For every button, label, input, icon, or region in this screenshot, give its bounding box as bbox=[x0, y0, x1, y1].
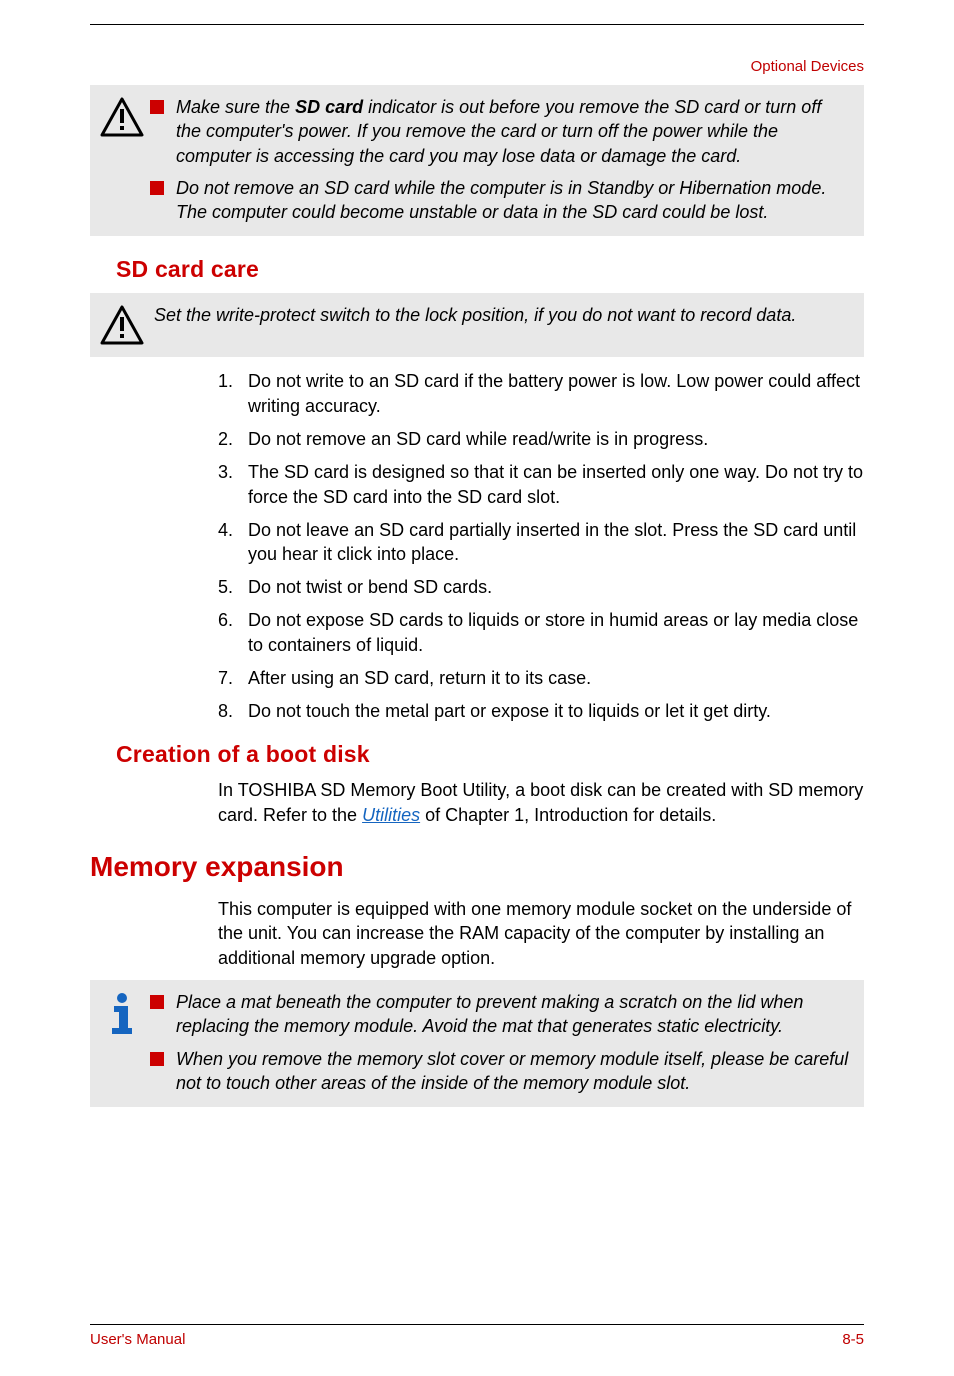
list-item: 4.Do not leave an SD card partially inse… bbox=[218, 518, 864, 568]
list-number: 7. bbox=[218, 666, 248, 691]
list-text: Do not twist or bend SD cards. bbox=[248, 575, 864, 600]
icon-column bbox=[94, 95, 150, 137]
content-area: Make sure the SD card indicator is out b… bbox=[90, 25, 864, 1107]
list-number: 8. bbox=[218, 699, 248, 724]
bullet-square-icon bbox=[150, 100, 164, 114]
warning-item: Make sure the SD card indicator is out b… bbox=[150, 95, 850, 168]
list-text: After using an SD card, return it to its… bbox=[248, 666, 864, 691]
info-item: Place a mat beneath the computer to prev… bbox=[150, 990, 850, 1039]
list-text: Do not touch the metal part or expose it… bbox=[248, 699, 864, 724]
list-number: 2. bbox=[218, 427, 248, 452]
info-box-memory: Place a mat beneath the computer to prev… bbox=[90, 980, 864, 1107]
heading-boot-disk: Creation of a boot disk bbox=[116, 741, 864, 768]
warning-item: Do not remove an SD card while the compu… bbox=[150, 176, 850, 225]
warning-body: Set the write-protect switch to the lock… bbox=[150, 303, 850, 327]
info-icon bbox=[102, 992, 142, 1038]
boot-disk-paragraph: In TOSHIBA SD Memory Boot Utility, a boo… bbox=[218, 778, 864, 827]
list-item: 1.Do not write to an SD card if the batt… bbox=[218, 369, 864, 419]
list-number: 6. bbox=[218, 608, 248, 658]
list-text: Do not remove an SD card while read/writ… bbox=[248, 427, 864, 452]
bullet-square-icon bbox=[150, 181, 164, 195]
sd-care-list: 1.Do not write to an SD card if the batt… bbox=[218, 369, 864, 723]
list-text: Do not expose SD cards to liquids or sto… bbox=[248, 608, 864, 658]
warning-box-sd-remove: Make sure the SD card indicator is out b… bbox=[90, 85, 864, 236]
list-text: Do not write to an SD card if the batter… bbox=[248, 369, 864, 419]
bullet-square-icon bbox=[150, 995, 164, 1009]
list-item: 6.Do not expose SD cards to liquids or s… bbox=[218, 608, 864, 658]
bullet-square-icon bbox=[150, 1052, 164, 1066]
warning-box-write-protect: Set the write-protect switch to the lock… bbox=[90, 293, 864, 357]
warning-text: Set the write-protect switch to the lock… bbox=[154, 303, 850, 327]
warning-text: Make sure the SD card indicator is out b… bbox=[176, 95, 850, 168]
list-item: 8.Do not touch the metal part or expose … bbox=[218, 699, 864, 724]
icon-column bbox=[94, 990, 150, 1038]
warning-body: Make sure the SD card indicator is out b… bbox=[150, 95, 850, 224]
footer-row: User's Manual 8-5 bbox=[90, 1325, 864, 1348]
heading-memory-expansion: Memory expansion bbox=[90, 851, 864, 883]
memory-expansion-paragraph: This computer is equipped with one memor… bbox=[218, 897, 864, 970]
list-item: 7.After using an SD card, return it to i… bbox=[218, 666, 864, 691]
utilities-link[interactable]: Utilities bbox=[362, 805, 420, 825]
info-text: When you remove the memory slot cover or… bbox=[176, 1047, 850, 1096]
footer-right: 8-5 bbox=[842, 1331, 864, 1348]
warning-triangle-icon bbox=[100, 305, 144, 345]
heading-sd-card-care: SD card care bbox=[116, 256, 864, 283]
list-number: 4. bbox=[218, 518, 248, 568]
list-item: 2.Do not remove an SD card while read/wr… bbox=[218, 427, 864, 452]
info-item: When you remove the memory slot cover or… bbox=[150, 1047, 850, 1096]
list-number: 3. bbox=[218, 460, 248, 510]
info-text: Place a mat beneath the computer to prev… bbox=[176, 990, 850, 1039]
list-text: The SD card is designed so that it can b… bbox=[248, 460, 864, 510]
list-text: Do not leave an SD card partially insert… bbox=[248, 518, 864, 568]
footer: User's Manual 8-5 bbox=[90, 1324, 864, 1348]
list-number: 1. bbox=[218, 369, 248, 419]
footer-left: User's Manual bbox=[90, 1331, 185, 1348]
list-item: 5.Do not twist or bend SD cards. bbox=[218, 575, 864, 600]
page: Optional Devices Make sure the SD card i… bbox=[0, 24, 954, 1376]
warning-text: Do not remove an SD card while the compu… bbox=[176, 176, 850, 225]
header-section-label: Optional Devices bbox=[751, 58, 864, 75]
info-body: Place a mat beneath the computer to prev… bbox=[150, 990, 850, 1095]
icon-column bbox=[94, 303, 150, 345]
warning-triangle-icon bbox=[100, 97, 144, 137]
list-item: 3.The SD card is designed so that it can… bbox=[218, 460, 864, 510]
list-number: 5. bbox=[218, 575, 248, 600]
